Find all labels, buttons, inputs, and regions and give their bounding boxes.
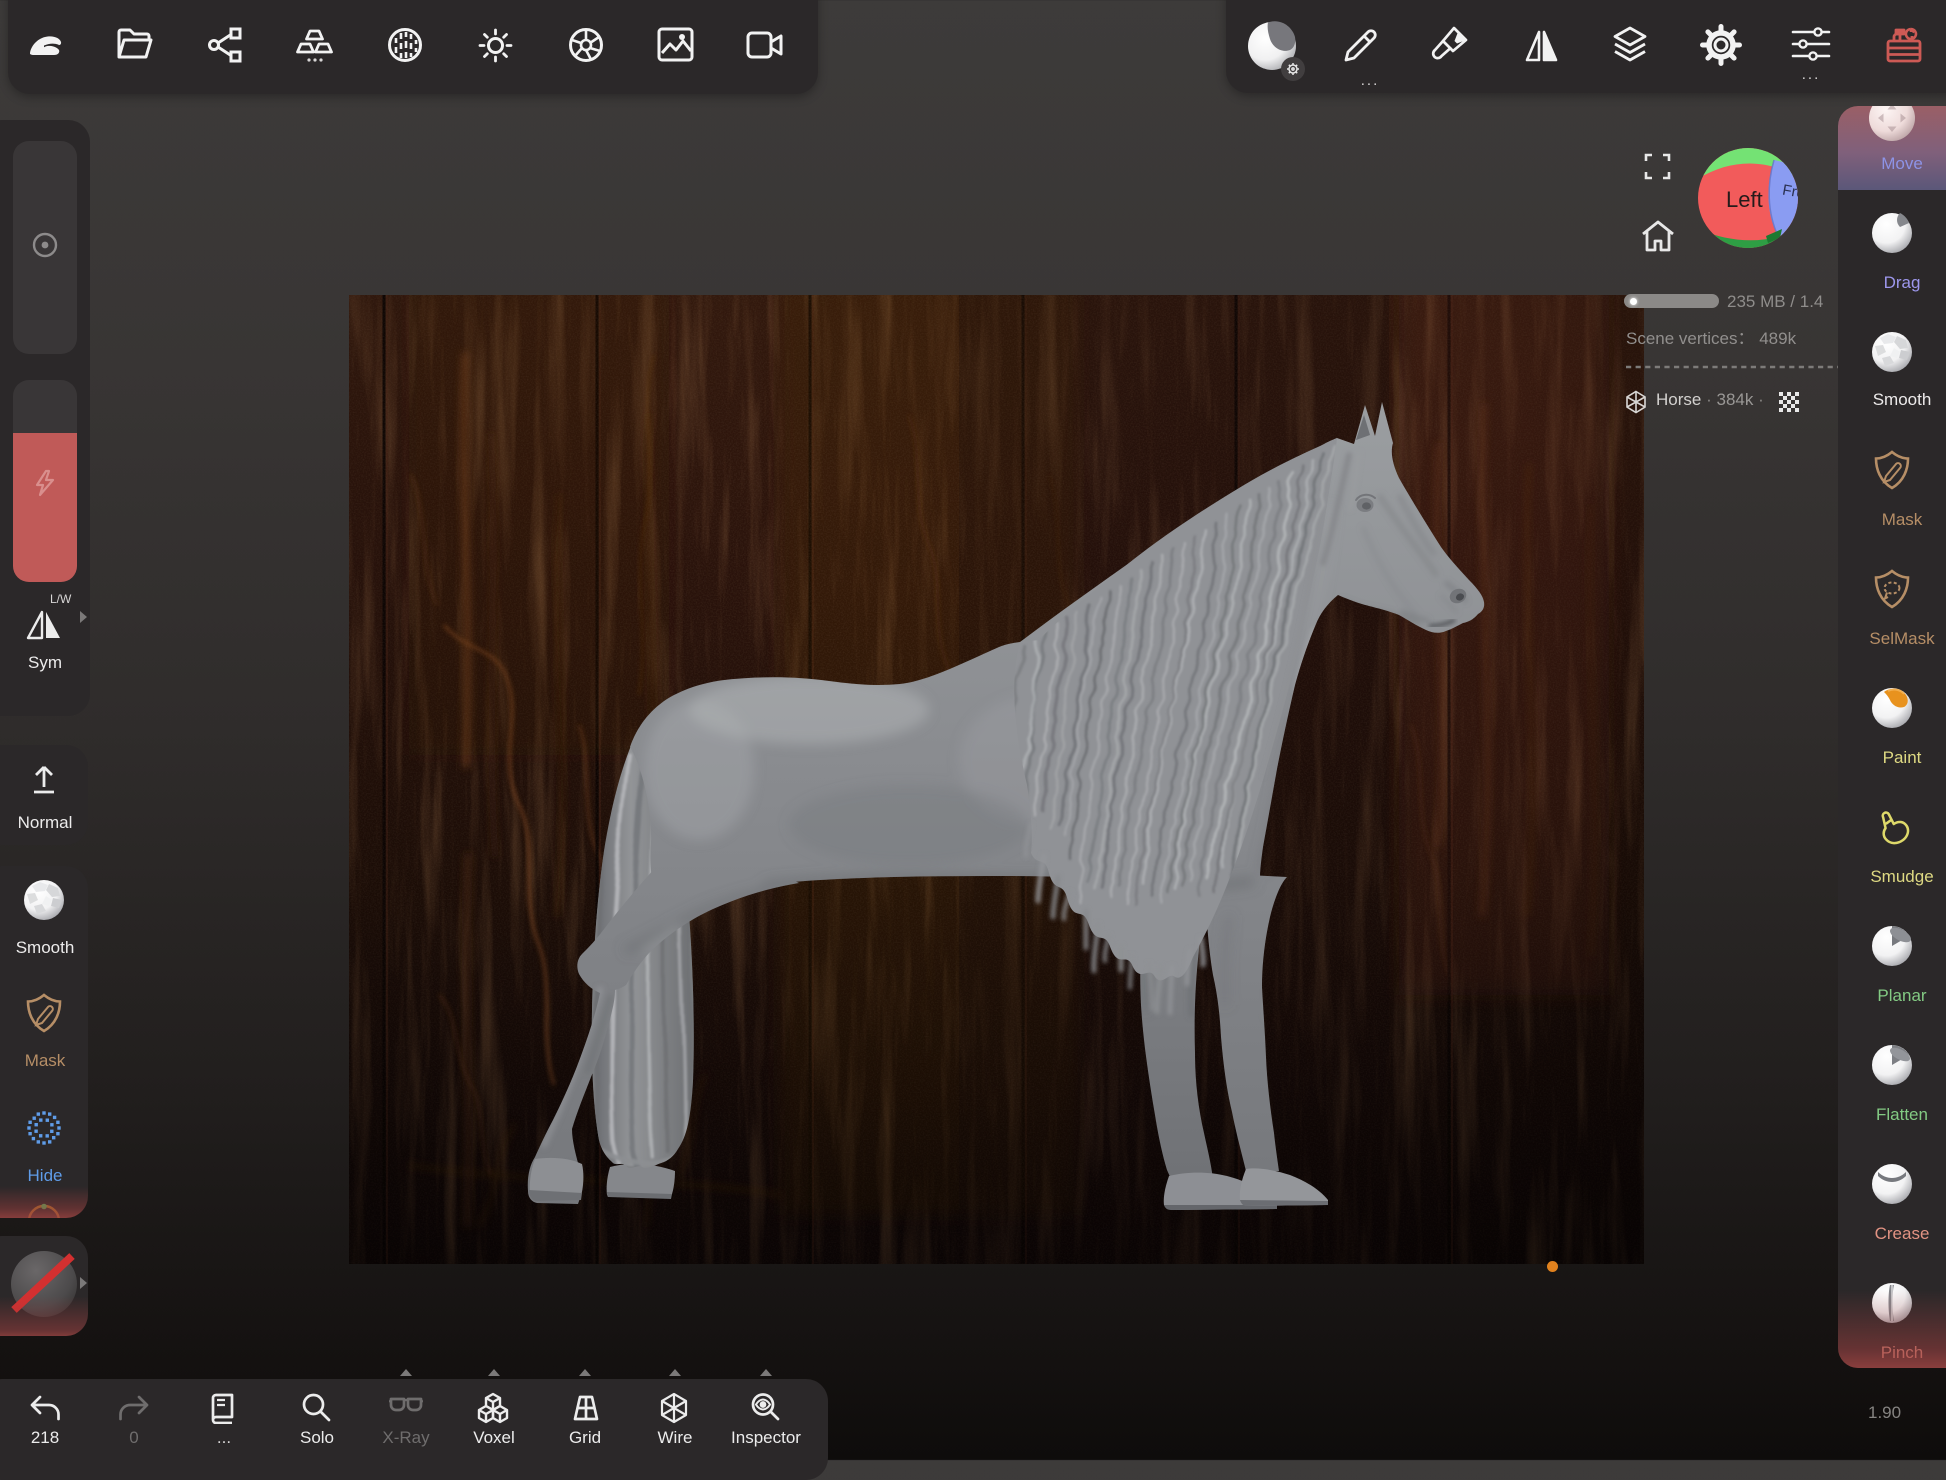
svg-text:Left: Left (1726, 187, 1763, 212)
